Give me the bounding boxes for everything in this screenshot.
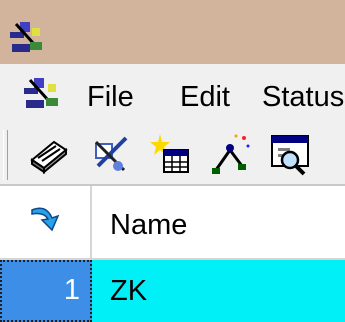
grid-corner-cell[interactable] (0, 186, 92, 258)
title-bar (0, 0, 345, 64)
edit-tool-button[interactable] (86, 130, 134, 178)
menu-bar: File Edit Status (0, 64, 345, 124)
menu-file[interactable]: File (87, 80, 134, 114)
app-menu-icon[interactable] (18, 72, 64, 114)
new-table-icon (150, 134, 189, 173)
wizard-button[interactable] (206, 130, 254, 178)
scanner-button[interactable] (24, 130, 72, 178)
table-row[interactable]: 1 ZK (0, 260, 345, 322)
edit-tool-icon (94, 136, 128, 172)
sort-arrow-icon (31, 207, 60, 232)
grid-header-row: Name (0, 186, 345, 260)
toolbar (0, 124, 345, 184)
app-icon (10, 22, 42, 52)
row-number-cell[interactable]: 1 (0, 260, 92, 322)
preview-window-icon (271, 135, 309, 176)
menu-status[interactable]: Status (262, 80, 344, 114)
toolbar-grip[interactable] (3, 130, 8, 180)
preview-window-button[interactable] (266, 130, 314, 178)
scanner-icon (30, 140, 68, 175)
new-table-button[interactable] (146, 130, 194, 178)
column-header-name[interactable]: Name (110, 208, 187, 242)
wizard-icon (212, 134, 250, 174)
menu-edit[interactable]: Edit (180, 80, 230, 114)
data-grid: Name 1 ZK (0, 186, 345, 322)
name-cell[interactable]: ZK (92, 260, 345, 322)
